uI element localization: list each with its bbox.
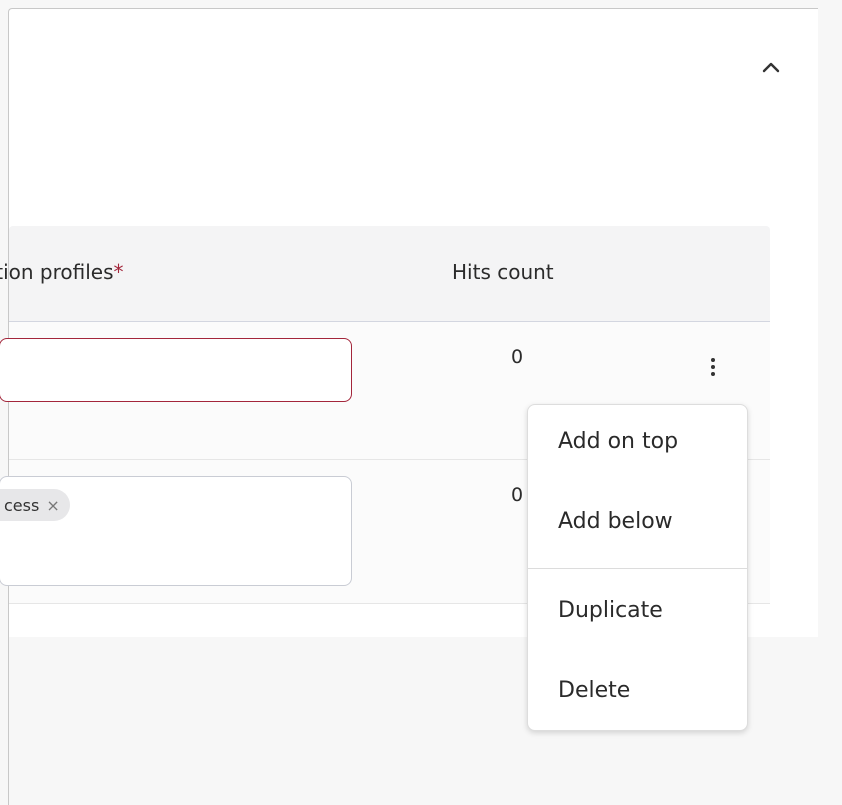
profiles-select-field[interactable] [0, 338, 352, 402]
panel-border [8, 636, 9, 805]
row-actions-button[interactable] [701, 352, 725, 382]
chevron-up-icon [762, 62, 780, 73]
menu-item-duplicate[interactable]: Duplicate [558, 598, 663, 623]
required-mark: * [113, 260, 124, 284]
chip-remove-icon[interactable]: × [46, 496, 59, 515]
row-actions-menu: Add on top Add below Duplicate Delete [527, 404, 748, 731]
hits-count: 0 [511, 346, 524, 368]
table-header: ation profiles* Hits count [0, 226, 770, 322]
profile-chip-label: cess [4, 495, 40, 515]
menu-divider [528, 568, 747, 569]
column-header-profiles-label: ation profiles [0, 260, 114, 284]
column-header-hits: Hits count [452, 260, 554, 284]
hits-count: 0 [511, 484, 524, 506]
profile-chip: cess × [0, 489, 70, 521]
collapse-button[interactable] [753, 49, 789, 85]
menu-item-add-below[interactable]: Add below [558, 509, 673, 534]
column-header-profiles: ation profiles* [0, 260, 124, 284]
menu-item-add-on-top[interactable]: Add on top [558, 429, 678, 454]
menu-item-delete[interactable]: Delete [558, 678, 630, 703]
profiles-select-field[interactable]: cess × [0, 476, 352, 586]
